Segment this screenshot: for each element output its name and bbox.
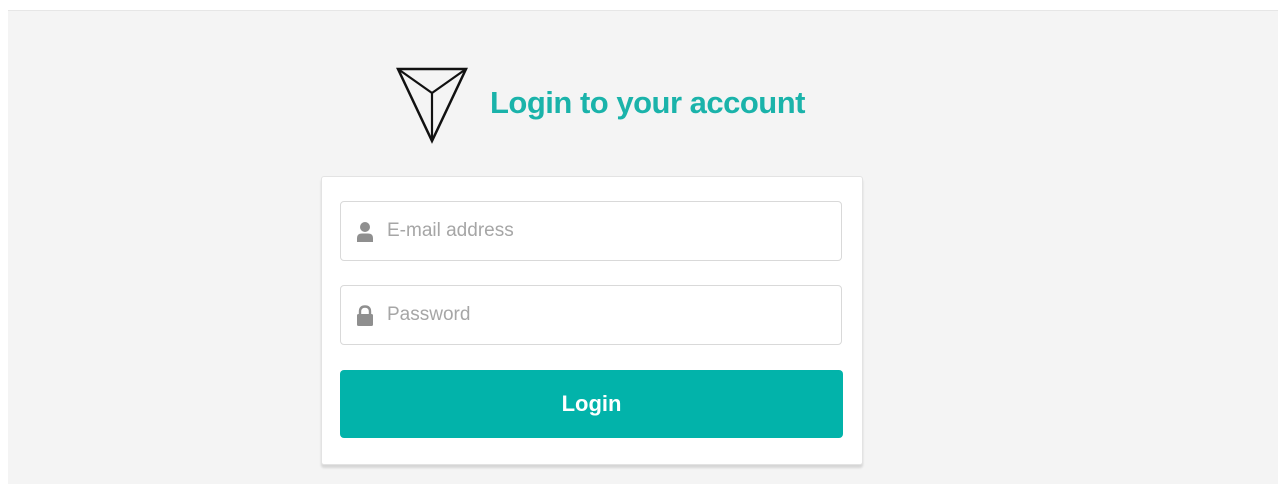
- user-icon: [357, 222, 373, 242]
- login-header: Login to your account: [395, 66, 806, 144]
- login-button[interactable]: Login: [340, 370, 843, 438]
- password-field[interactable]: [340, 285, 842, 345]
- email-field[interactable]: [340, 201, 842, 261]
- page-title: Login to your account: [490, 85, 806, 120]
- email-input[interactable]: [387, 202, 827, 260]
- triangle-logo-icon: [396, 67, 468, 144]
- login-card: Login: [321, 176, 863, 465]
- lock-icon: [357, 305, 373, 326]
- login-page: Login to your account Login: [8, 10, 1278, 484]
- password-input[interactable]: [387, 286, 827, 344]
